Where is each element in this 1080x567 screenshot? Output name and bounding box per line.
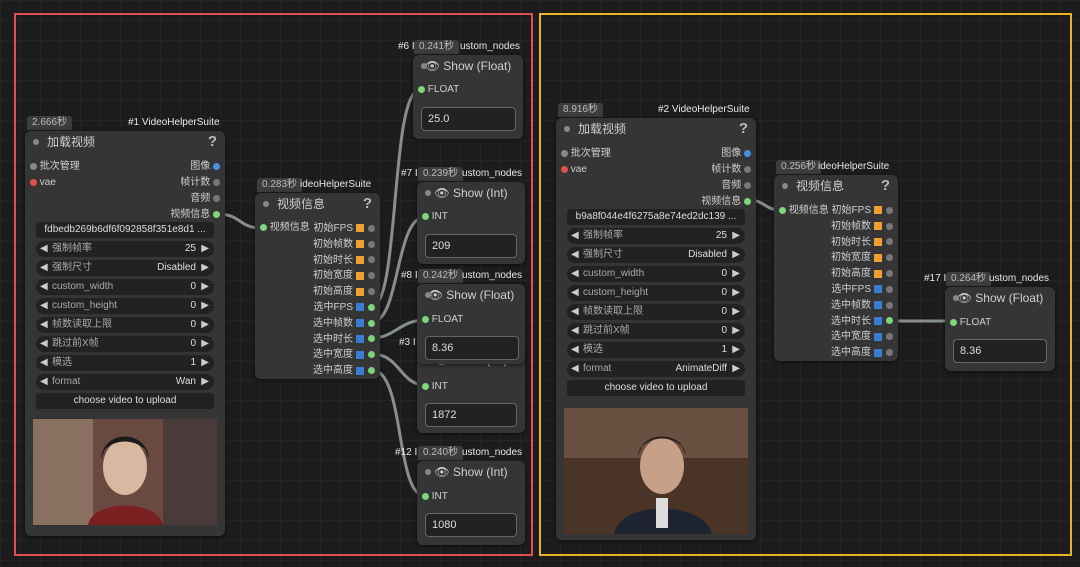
node1-title: 加载视频 xyxy=(47,135,96,149)
widget-format[interactable]: ◀ format Wan ▶ xyxy=(36,374,214,390)
show17-source: ustom_nodes xyxy=(989,273,1050,284)
widget-select-every[interactable]: ◀ 模选 1 ▶ xyxy=(36,355,214,371)
show-float-node-17[interactable]: 👁 Show (Float) FLOAT 8.36 xyxy=(945,287,1055,371)
file-select[interactable]: fdbedb269b6df6f092858f351e8d1 ... xyxy=(36,222,214,238)
show8-prefix: #8 I xyxy=(401,270,418,281)
show12-prefix: #12 I xyxy=(395,447,418,458)
node1-source: #1 VideoHelperSuite xyxy=(128,117,220,128)
info-output-3[interactable]: 初始宽度 xyxy=(313,268,375,283)
show3-prefix: #3 I xyxy=(399,337,416,348)
info-output-2[interactable]: 初始时长 xyxy=(831,235,893,250)
show6-prefix: #6 I xyxy=(398,41,415,52)
show7-time: 0.239秒 xyxy=(418,167,464,181)
show12-source: ustom_nodes xyxy=(462,447,523,458)
widget-force-size[interactable]: ◀ 强制尺寸 Disabled ▶ xyxy=(36,260,214,276)
show7-source: ustom_nodes xyxy=(462,168,523,179)
info-output-1[interactable]: 初始帧数 xyxy=(831,219,893,234)
info-output-4[interactable]: 初始高度 xyxy=(831,266,893,281)
info-output-7[interactable]: 选中时长 xyxy=(831,314,893,329)
show6-source: ustom_nodes xyxy=(460,41,521,52)
info2-source: ideoHelperSuite xyxy=(818,161,890,172)
info-output-9[interactable]: 选中高度 xyxy=(831,345,893,360)
info-output-0[interactable]: 初始FPS xyxy=(832,203,893,218)
info-output-9[interactable]: 选中高度 xyxy=(313,363,375,378)
input-batch[interactable]: 批次管理 xyxy=(30,159,80,174)
node2-source: #2 VideoHelperSuite xyxy=(658,104,750,115)
info-output-7[interactable]: 选中时长 xyxy=(313,332,375,347)
show7-prefix: #7 I xyxy=(401,168,418,179)
video-preview-1 xyxy=(33,419,217,525)
info1-time: 0.283秒 xyxy=(257,178,303,192)
info-output-6[interactable]: 选中帧数 xyxy=(831,298,893,313)
info2-time: 0.256秒 xyxy=(776,160,822,174)
show17-time: 0.264秒 xyxy=(946,272,992,286)
widget-frame-cap[interactable]: ◀ 帧数读取上限 0 ▶ xyxy=(36,317,214,333)
show-int-node-12[interactable]: 👁 Show (Int) INT 1080 xyxy=(417,461,525,545)
info-output-5[interactable]: 选中FPS xyxy=(314,300,375,315)
show-float-node-6[interactable]: 👁 Show (Float) FLOAT 25.0 xyxy=(413,55,523,139)
info-output-1[interactable]: 初始帧数 xyxy=(313,237,375,252)
show8-source: ustom_nodes xyxy=(462,270,523,281)
output-image[interactable]: 图像 xyxy=(190,159,220,174)
node1-time: 2.666秒 xyxy=(27,116,73,130)
video-preview-2 xyxy=(564,408,748,534)
info-output-4[interactable]: 初始高度 xyxy=(313,284,375,299)
show3-value[interactable]: 1872 xyxy=(425,403,517,427)
help-icon[interactable]: ? xyxy=(881,175,890,197)
info1-title-bar[interactable]: 视频信息? xyxy=(255,193,380,215)
info-output-6[interactable]: 选中帧数 xyxy=(313,316,375,331)
show17-value[interactable]: 8.36 xyxy=(953,339,1047,363)
info1-source: ideoHelperSuite xyxy=(300,179,372,190)
info-output-5[interactable]: 选中FPS xyxy=(832,282,893,297)
widget-force-rate[interactable]: ◀ 强制帧率 25 ▶ xyxy=(36,241,214,257)
video-info-node-1[interactable]: 视频信息? 视频信息 初始FPS 初始帧数 初始时长 初始宽度 初始高度 选中FPS 选中帧… xyxy=(255,193,380,379)
show17-prefix: #17 I xyxy=(924,273,947,284)
widget-custom-width[interactable]: ◀ custom_width 0 ▶ xyxy=(36,279,214,295)
info-output-3[interactable]: 初始宽度 xyxy=(831,250,893,265)
info-output-2[interactable]: 初始时长 xyxy=(313,253,375,268)
help-icon[interactable]: ? xyxy=(208,131,217,153)
node2-time: 8.916秒 xyxy=(558,103,604,117)
help-icon[interactable]: ? xyxy=(739,118,748,140)
output-video-info[interactable]: 视频信息 xyxy=(170,207,220,222)
show-int-node-7[interactable]: 👁 Show (Int) INT 209 xyxy=(417,182,525,264)
show8-value[interactable]: 8.36 xyxy=(425,336,519,360)
help-icon[interactable]: ? xyxy=(363,193,372,215)
show-float-node-8[interactable]: 👁 Show (Float) FLOAT 8.36 xyxy=(417,284,525,364)
show6-time: 0.241秒 xyxy=(414,40,460,54)
upload-button[interactable]: choose video to upload xyxy=(36,393,214,409)
input-vae[interactable]: vae xyxy=(30,175,56,190)
info-output-8[interactable]: 选中宽度 xyxy=(313,347,375,362)
info-output-8[interactable]: 选中宽度 xyxy=(831,329,893,344)
load-video-node-2[interactable]: 加载视频? 批次管理 vae 图像 帧计数 音频 视频信息 b9a8f044e4… xyxy=(556,118,756,540)
show12-value[interactable]: 1080 xyxy=(425,513,517,537)
output-audio[interactable]: 音频 xyxy=(190,191,220,206)
output-frame-count[interactable]: 帧计数 xyxy=(180,175,220,190)
upload-button[interactable]: choose video to upload xyxy=(567,380,745,396)
node1-title-bar[interactable]: 加载视频? xyxy=(25,131,225,153)
info-output-0[interactable]: 初始FPS xyxy=(314,221,375,236)
load-video-node-1[interactable]: 加载视频? 批次管理 vae 图像 帧计数 音频 视频信息 fdbedb269b… xyxy=(25,131,225,536)
info1-input[interactable]: 视频信息 xyxy=(260,220,310,235)
video-info-node-2[interactable]: 视频信息? 视频信息 初始FPS 初始帧数 初始时长 初始宽度 初始高度 选中FPS 选中帧… xyxy=(774,175,898,361)
show12-time: 0.240秒 xyxy=(418,446,464,460)
show6-value[interactable]: 25.0 xyxy=(421,107,516,131)
widget-custom-height[interactable]: ◀ custom_height 0 ▶ xyxy=(36,298,214,314)
show8-time: 0.242秒 xyxy=(418,269,464,283)
widget-skip-frames[interactable]: ◀ 跳过前X帧 0 ▶ xyxy=(36,336,214,352)
show7-value[interactable]: 209 xyxy=(425,234,517,258)
file-select[interactable]: b9a8f044e4f6275a8e74ed2dc139 ... xyxy=(567,209,745,225)
collapse-dot-icon[interactable] xyxy=(33,139,39,145)
